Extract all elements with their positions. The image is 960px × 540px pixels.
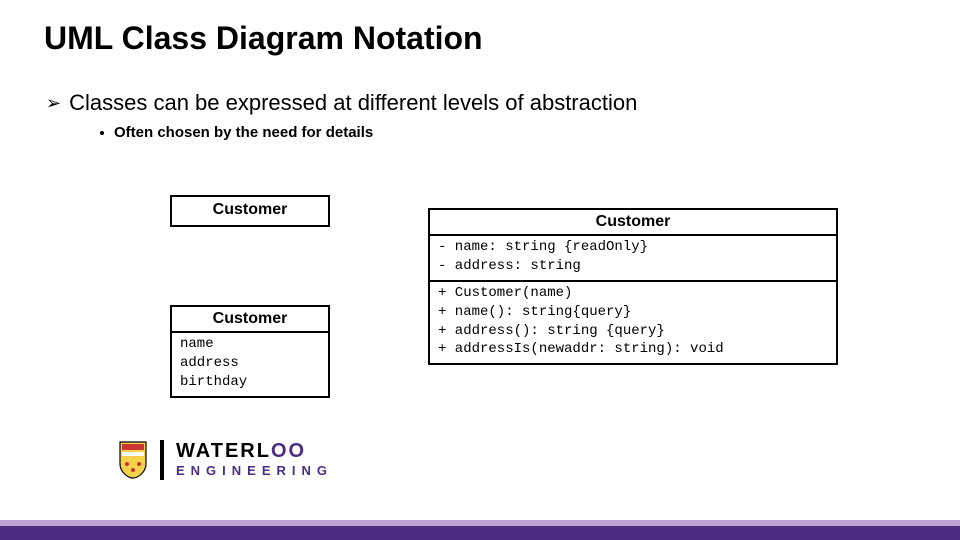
uml-attr: birthday [180,373,320,392]
bullet-sub: Often chosen by the need for details [100,124,373,141]
footer-bar-dark [0,526,960,540]
uml-attr: address [180,354,320,373]
uml-class-simple: Customer [170,195,330,227]
uml-class-name: Customer [172,197,328,225]
shield-icon [118,440,148,480]
brand-logo: WATERLOO ENGINEERING [118,440,348,480]
bullet-sub-text: Often chosen by the need for details [114,124,373,141]
uml-class-name: Customer [172,307,328,331]
uml-class-detailed: Customer - name: string {readOnly} - add… [428,208,838,365]
uml-op: + addressIs(newaddr: string): void [438,340,828,359]
uml-op: + Customer(name) [438,284,828,303]
uml-attr: - address: string [438,257,828,276]
uml-op: + name(): string{query} [438,303,828,322]
slide: UML Class Diagram Notation ➢ Classes can… [0,0,960,540]
uml-attr: - name: string {readOnly} [438,238,828,257]
uml-attr: name [180,335,320,354]
brand-text-oo: OO [271,440,306,462]
uml-op: + address(): string {query} [438,322,828,341]
chevron-right-icon: ➢ [46,93,61,114]
brand-text-pre: WATERL [176,440,271,462]
uml-attributes: name address birthday [172,331,328,396]
bullet-dot-icon [100,131,104,135]
bullet-main: ➢ Classes can be expressed at different … [46,90,637,116]
uml-operations: + Customer(name) + name(): string{query}… [430,280,836,364]
uml-attributes: - name: string {readOnly} - address: str… [430,234,836,280]
bullet-main-text: Classes can be expressed at different le… [69,90,637,116]
brand-separator [160,440,164,480]
footer-bar [0,518,960,540]
brand-wordmark-line1: WATERLOO [176,440,333,463]
page-title: UML Class Diagram Notation [44,20,483,57]
uml-class-name: Customer [430,210,836,234]
brand-wordmark-line2: ENGINEERING [176,463,333,478]
uml-class-mid: Customer name address birthday [170,305,330,398]
